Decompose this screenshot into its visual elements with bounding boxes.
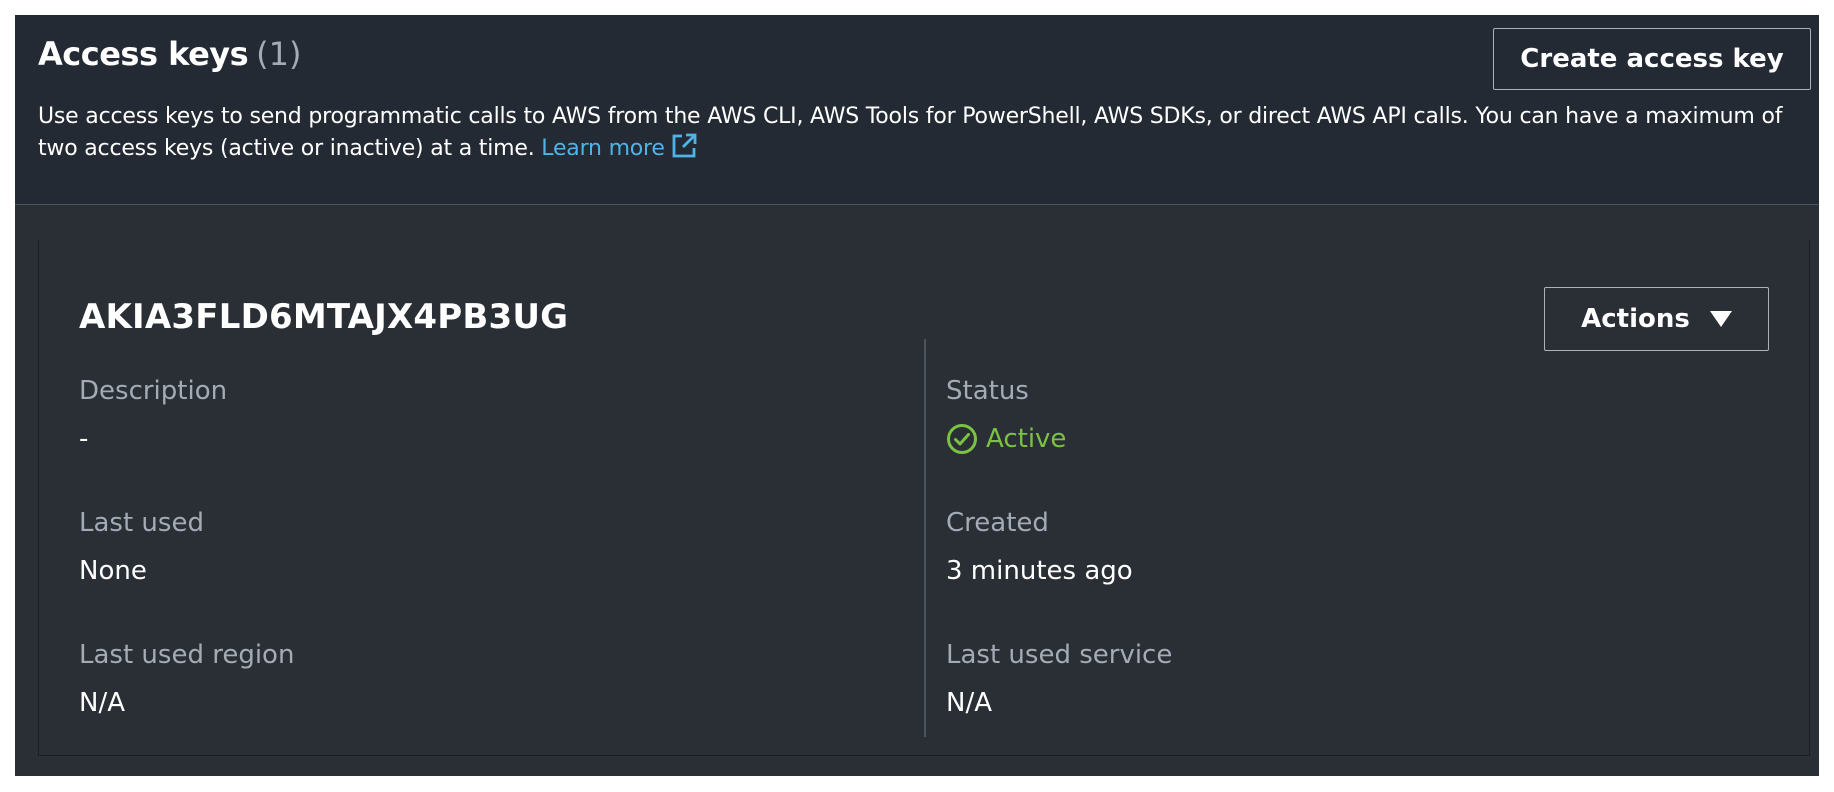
last-used-label: Last used	[79, 508, 204, 538]
last-used-service-label: Last used service	[946, 640, 1173, 670]
last-used-region-value: N/A	[79, 688, 125, 718]
status-value: Active	[946, 422, 1066, 456]
check-circle-icon	[947, 424, 977, 454]
description-label: Description	[79, 376, 228, 406]
create-access-key-button[interactable]: Create access key	[1493, 28, 1811, 90]
created-label: Created	[946, 508, 1049, 538]
access-key-id: AKIA3FLD6MTAJX4PB3UG	[79, 297, 569, 337]
page-title: Access keys	[38, 35, 249, 73]
last-used-field: Last used None	[79, 506, 204, 588]
last-used-region-field: Last used region N/A	[79, 638, 294, 720]
created-value: 3 minutes ago	[946, 556, 1133, 586]
learn-more-link[interactable]: Learn more	[541, 133, 697, 161]
description-value: -	[79, 424, 89, 454]
last-used-region-label: Last used region	[79, 640, 295, 670]
key-count: (1)	[256, 35, 302, 73]
access-keys-panel: Access keys (1) Create access key Use ac…	[15, 15, 1819, 776]
description-field: Description -	[79, 374, 227, 456]
external-link-icon	[672, 133, 697, 158]
access-key-card: AKIA3FLD6MTAJX4PB3UG Actions Description…	[38, 240, 1810, 756]
last-used-service-value: N/A	[946, 688, 992, 718]
last-used-value: None	[79, 556, 147, 586]
actions-button[interactable]: Actions	[1544, 287, 1769, 351]
description-body: Use access keys to send programmatic cal…	[38, 104, 1783, 161]
created-field: Created 3 minutes ago	[946, 506, 1133, 588]
status-field: Status Active	[946, 374, 1066, 456]
column-divider	[924, 339, 926, 737]
status-label: Status	[946, 376, 1029, 406]
last-used-service-field: Last used service N/A	[946, 638, 1172, 720]
title-row: Access keys (1)	[38, 35, 302, 73]
caret-down-icon	[1709, 311, 1732, 327]
description-text: Use access keys to send programmatic cal…	[38, 101, 1798, 165]
status-text: Active	[986, 424, 1067, 454]
panel-header: Access keys (1) Create access key Use ac…	[15, 15, 1819, 205]
learn-more-label: Learn more	[541, 136, 665, 161]
actions-label: Actions	[1581, 304, 1690, 334]
